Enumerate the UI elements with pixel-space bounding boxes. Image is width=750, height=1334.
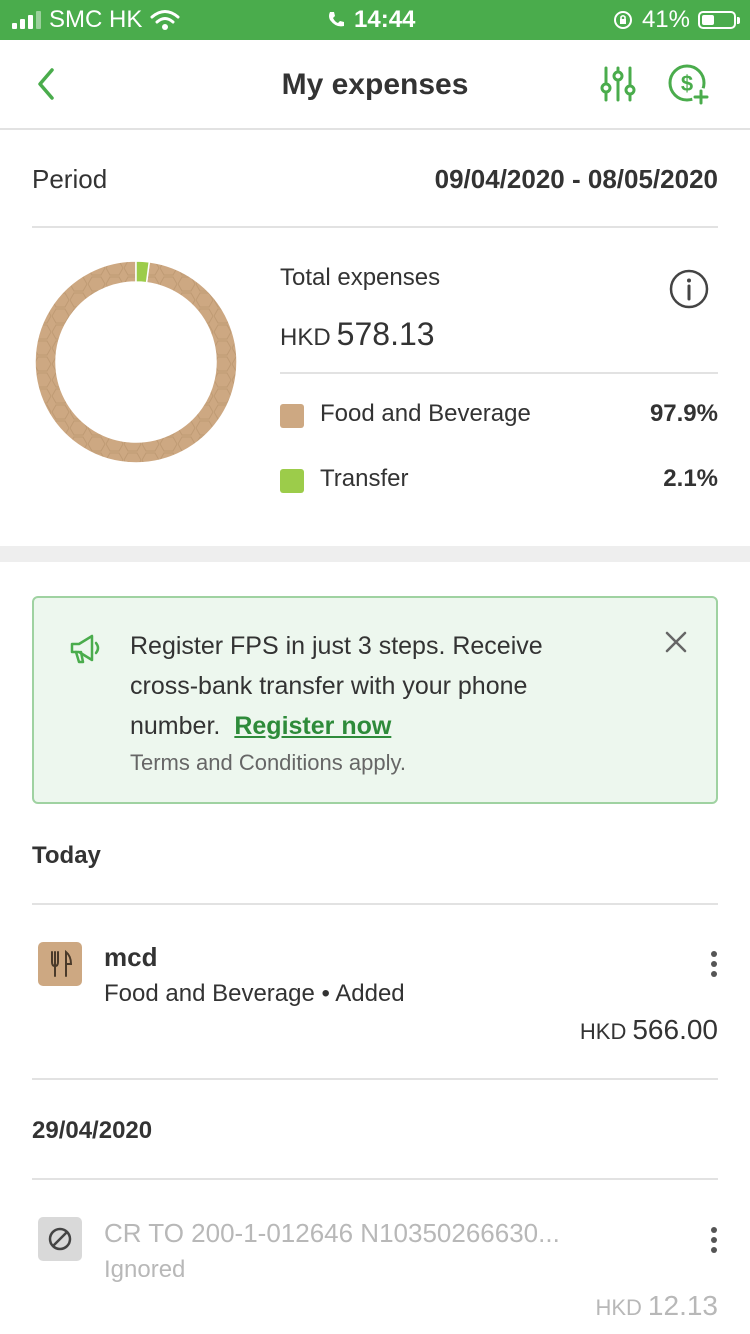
more-vertical-icon[interactable] xyxy=(700,946,728,982)
legend-percent-food: 97.9% xyxy=(649,400,718,427)
total-value: 578.13 xyxy=(336,316,435,352)
legend-name-food: Food and Beverage xyxy=(320,400,531,427)
carrier-name: SMC HK xyxy=(49,6,143,33)
summary-divider xyxy=(280,372,718,374)
txn-subtitle: Food and Beverage • Added xyxy=(104,980,405,1007)
blocked-icon xyxy=(38,1217,82,1261)
rotation-lock-icon xyxy=(613,11,632,29)
total-expenses-label: Total expenses xyxy=(280,264,441,291)
promo-terms: Terms and Conditions apply. xyxy=(130,750,406,775)
battery-percent: 41% xyxy=(641,6,690,33)
more-vertical-icon[interactable] xyxy=(700,1222,728,1258)
add-expense-icon[interactable]: $ xyxy=(666,62,712,108)
clock: 14:44 xyxy=(354,6,416,33)
group-header-today: Today xyxy=(32,842,101,869)
total-currency: HKD xyxy=(280,324,331,351)
battery-icon xyxy=(698,11,740,29)
section-separator xyxy=(0,546,750,562)
fps-promo-banner: Register FPS in just 3 steps. Receive cr… xyxy=(32,596,718,804)
info-icon[interactable] xyxy=(668,268,710,310)
txn-title[interactable]: CR TO 200-1-012646 N10350266630... xyxy=(104,1218,560,1249)
legend-name-transfer: Transfer xyxy=(320,465,409,492)
txn-currency: HKD xyxy=(595,1295,642,1320)
period-value: 09/04/2020 - 08/05/2020 xyxy=(434,164,718,194)
app-header: My expenses $ xyxy=(0,40,750,130)
divider xyxy=(32,903,718,905)
food-swatch xyxy=(280,404,304,428)
filter-sliders-icon[interactable] xyxy=(598,64,638,104)
txn-value: 566.00 xyxy=(632,1014,718,1045)
close-icon[interactable] xyxy=(664,630,688,654)
promo-text-block: Register FPS in just 3 steps. Receive cr… xyxy=(130,626,600,746)
transfer-swatch xyxy=(280,469,304,493)
legend-percent-transfer: 2.1% xyxy=(663,465,718,492)
txn-subtitle: Ignored xyxy=(104,1256,186,1283)
txn-amount: HKD 566.00 xyxy=(580,1014,718,1046)
register-now-link[interactable]: Register now xyxy=(234,712,391,740)
signal-icon xyxy=(12,11,41,29)
cutlery-icon xyxy=(38,942,82,986)
megaphone-icon xyxy=(70,634,100,664)
period-row[interactable]: Period 09/04/2020 - 08/05/2020 xyxy=(32,130,718,228)
txn-value: 12.13 xyxy=(647,1290,718,1321)
total-expenses-amount: HKD 578.13 xyxy=(280,316,435,353)
txn-amount: HKD 12.13 xyxy=(595,1290,718,1322)
txn-title[interactable]: mcd xyxy=(104,942,157,973)
period-label: Period xyxy=(32,164,108,194)
svg-text:$: $ xyxy=(681,71,693,96)
legend-row-food[interactable]: Food and Beverage 97.9% xyxy=(280,396,718,436)
group-header-date: 29/04/2020 xyxy=(32,1117,153,1144)
expense-donut-chart xyxy=(34,260,238,464)
txn-currency: HKD xyxy=(579,1019,627,1044)
divider xyxy=(32,1178,718,1180)
status-bar: SMC HK 14:44 41% xyxy=(0,0,750,40)
donut-slice-food xyxy=(34,260,238,464)
donut-slice-transfer xyxy=(135,260,151,284)
divider xyxy=(32,1078,718,1080)
legend-row-transfer[interactable]: Transfer 2.1% xyxy=(280,461,718,501)
wifi-icon xyxy=(150,10,180,30)
phone-icon xyxy=(329,12,344,27)
